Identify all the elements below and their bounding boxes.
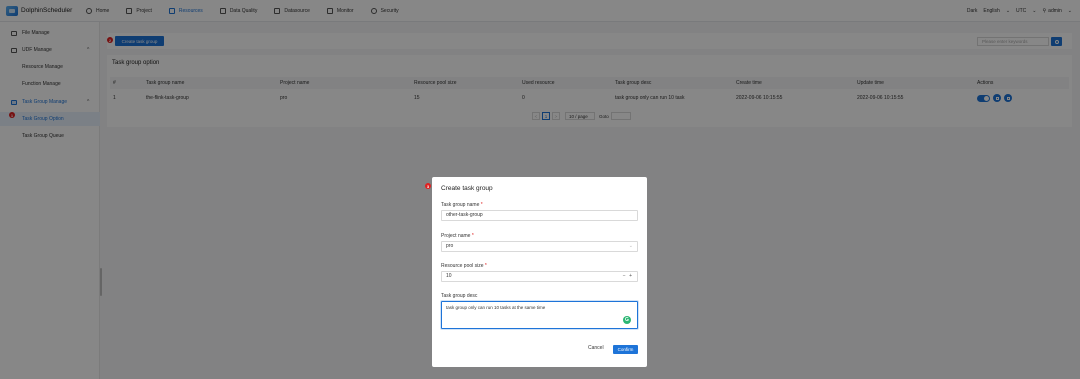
plus-icon[interactable]: + [629, 273, 633, 279]
label-text: Task group name [441, 202, 480, 208]
project-name-label: Project name * [441, 233, 474, 239]
step-badge: 3 [425, 183, 431, 189]
label-text: Resource pool size [441, 263, 484, 269]
confirm-button[interactable]: Confirm [613, 345, 638, 354]
chevron-down-icon: ⌄ [628, 243, 633, 249]
task-group-name-input[interactable]: other-task-group [441, 210, 638, 221]
required-mark: * [484, 263, 487, 269]
minus-icon[interactable]: − [623, 273, 627, 279]
resource-pool-size-stepper[interactable]: 10 − + [441, 271, 638, 282]
task-group-name-label: Task group name * [441, 202, 483, 208]
cancel-button[interactable]: Cancel [588, 345, 604, 351]
stepper-value: 10 [446, 273, 452, 279]
resource-pool-size-label: Resource pool size * [441, 263, 487, 269]
label-text: Project name [441, 233, 471, 239]
required-mark: * [471, 233, 474, 239]
create-task-group-modal: Create task group Task group name * othe… [432, 177, 647, 367]
textarea-value: task group only can run 10 tasks at the … [446, 305, 546, 310]
grammarly-icon[interactable]: G [623, 316, 631, 324]
task-group-desc-textarea[interactable]: task group only can run 10 tasks at the … [441, 301, 638, 329]
task-group-desc-label: Task group desc [441, 293, 478, 299]
required-mark: * [480, 202, 483, 208]
project-name-select[interactable]: pro ⌄ [441, 241, 638, 252]
select-value: pro [446, 243, 454, 249]
stepper-controls: − + [623, 272, 633, 281]
modal-title: Create task group [441, 185, 493, 192]
